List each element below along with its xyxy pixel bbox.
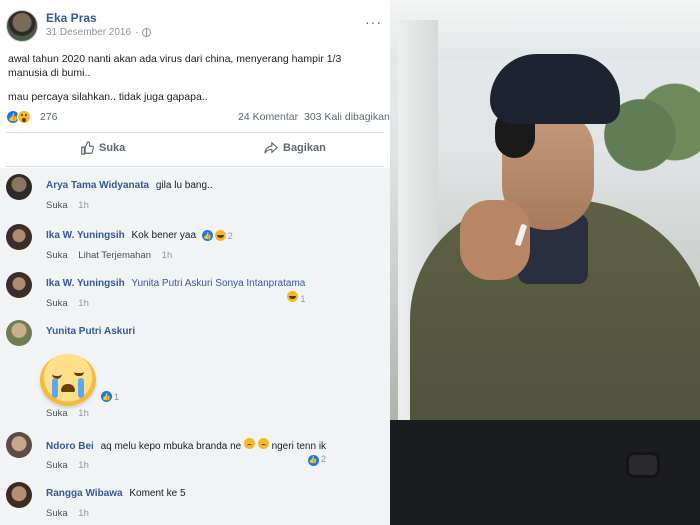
comment-time[interactable]: 1h xyxy=(78,408,89,419)
comment-like-link[interactable]: Suka xyxy=(46,460,68,471)
comment-reactions[interactable]: 👍 2 xyxy=(49,454,326,466)
haha-reaction-icon xyxy=(286,291,298,302)
post-text: awal tahun 2020 nanti akan ada virus dar… xyxy=(8,52,378,114)
comment-reaction-count: 1 xyxy=(114,391,120,402)
comment-bubble: Arya Tama Widyanata gila lu bang.. xyxy=(38,174,221,197)
comment-like-link[interactable]: Suka xyxy=(46,298,68,309)
reactions-summary: 👍 276 24 Komentar 303 Kali dibagikan xyxy=(6,110,390,126)
share-button-label: Bagikan xyxy=(283,142,326,154)
comment-meta: Suka 1h xyxy=(46,460,89,471)
post-meta: 31 Desember 2016 · xyxy=(46,27,152,38)
like-button-label: Suka xyxy=(99,142,126,154)
sad-emoji-icon xyxy=(257,438,269,449)
thumbs-up-icon xyxy=(81,141,94,155)
commenter-avatar[interactable] xyxy=(6,482,32,508)
comment-like-link[interactable]: Suka xyxy=(46,250,68,261)
comment-reaction-count: 2 xyxy=(321,454,327,464)
wristwatch xyxy=(626,452,660,478)
profile-photo xyxy=(390,0,700,525)
share-count[interactable]: 303 Kali dibagikan xyxy=(304,111,390,123)
comment-meta: Suka 1h xyxy=(46,200,89,211)
comment-reactions[interactable]: 👍 1 xyxy=(101,391,119,402)
crying-sticker[interactable] xyxy=(40,354,96,406)
comment-meta: Suka 1h xyxy=(46,408,89,419)
like-reaction-icon: 👍 xyxy=(101,391,112,402)
reaction-icons[interactable]: 👍 xyxy=(6,110,31,124)
commenter-name[interactable]: Rangga Wibawa xyxy=(46,488,123,499)
comment-text: Kok bener yaa xyxy=(131,230,197,242)
like-reaction-icon: 👍 xyxy=(307,454,319,466)
comment-time[interactable]: 1h xyxy=(78,200,89,211)
comment-bubble: Ika W. Yuningsih Kok bener yaa 👍 2 xyxy=(38,224,241,247)
comment-bubble: Yunita Putri Askuri xyxy=(38,320,147,343)
commenter-name[interactable]: Arya Tama Widyanata xyxy=(46,180,149,191)
share-button[interactable]: Bagikan xyxy=(264,141,326,155)
divider xyxy=(6,166,384,167)
divider xyxy=(6,132,384,133)
comment-tagged-names[interactable]: Yunita Putri Askuri Sonya Intanpratama xyxy=(131,278,305,289)
comment-meta: Suka 1h xyxy=(46,508,89,519)
post-paragraph: awal tahun 2020 nanti akan ada virus dar… xyxy=(8,53,342,79)
comment-like-link[interactable]: Suka xyxy=(46,200,68,211)
comment-like-link[interactable]: Suka xyxy=(46,508,68,519)
comment-time[interactable]: 1h xyxy=(78,298,89,309)
commenter-avatar[interactable] xyxy=(6,320,32,346)
like-reaction-icon: 👍 xyxy=(201,230,213,241)
wow-reaction-icon xyxy=(17,110,31,124)
reaction-count[interactable]: 276 xyxy=(40,111,58,123)
comment-text: aq melu kepo mbuka branda ne xyxy=(100,441,242,452)
comment-bubble: Rangga Wibawa Koment ke 5 xyxy=(38,482,194,505)
commenter-name[interactable]: Ndoro Bei xyxy=(46,441,94,452)
comment-time[interactable]: 1h xyxy=(78,460,89,471)
commenter-name[interactable]: Ika W. Yuningsih xyxy=(46,230,125,241)
comment-reactions[interactable]: 👍 2 xyxy=(201,230,233,241)
comment-like-link[interactable]: Suka xyxy=(46,408,68,419)
commenter-avatar[interactable] xyxy=(6,272,32,298)
commenter-avatar[interactable] xyxy=(6,432,32,458)
comment-count[interactable]: 24 Komentar xyxy=(238,111,298,123)
globe-icon xyxy=(142,28,152,37)
comment-meta: Suka Lihat Terjemahan 1h xyxy=(46,250,172,261)
post-action-bar: Suka Bagikan xyxy=(6,136,384,164)
ellipsis-icon[interactable]: ··· xyxy=(365,14,382,30)
author-name[interactable]: Eka Pras xyxy=(46,11,97,25)
sad-emoji-icon xyxy=(244,438,255,449)
comment-time[interactable]: 1h xyxy=(78,508,89,519)
comment-text: ngeri tenn ik xyxy=(271,441,327,452)
post-date[interactable]: 31 Desember 2016 xyxy=(46,27,131,38)
commenter-name[interactable]: Ika W. Yuningsih xyxy=(46,278,125,289)
comment-time[interactable]: 1h xyxy=(162,250,173,261)
share-arrow-icon xyxy=(264,141,278,154)
post-header: Eka Pras 31 Desember 2016 · ··· xyxy=(6,8,386,44)
comment-reaction-count: 2 xyxy=(227,230,233,241)
like-button[interactable]: Suka xyxy=(80,141,125,155)
commenter-avatar[interactable] xyxy=(6,224,32,250)
facebook-post-panel: Eka Pras 31 Desember 2016 · ··· awal tah… xyxy=(0,0,390,525)
author-avatar[interactable] xyxy=(6,10,38,42)
haha-reaction-icon xyxy=(214,230,226,241)
comment-meta: Suka 1h xyxy=(46,298,89,309)
comment-reaction-count: 1 xyxy=(300,294,306,304)
commenter-name[interactable]: Yunita Putri Askuri xyxy=(46,326,135,337)
see-translation-link[interactable]: Lihat Terjemahan xyxy=(78,250,151,261)
commenter-avatar[interactable] xyxy=(6,174,32,200)
comment-text: gila lu bang.. xyxy=(155,180,213,191)
post-paragraph: mau percaya silahkan.. tidak juga gapapa… xyxy=(8,91,208,103)
comment-text: Koment ke 5 xyxy=(129,488,186,499)
